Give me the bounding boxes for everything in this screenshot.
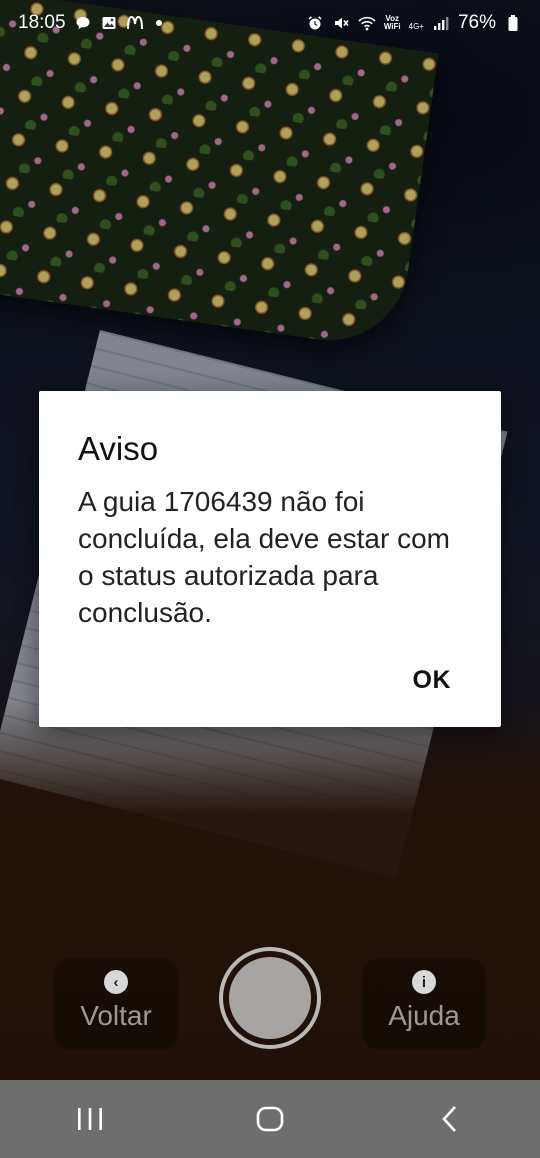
mcdonalds-icon xyxy=(126,14,144,32)
network-type: 4G+ xyxy=(408,22,424,31)
back-button[interactable]: ‹ Voltar xyxy=(54,958,178,1050)
status-time: 18:05 xyxy=(18,12,66,33)
dialog-title: Aviso xyxy=(78,430,159,467)
help-button-label: Ajuda xyxy=(388,1000,460,1031)
gallery-icon xyxy=(100,14,118,32)
battery-percent: 76% xyxy=(457,12,496,33)
chat-icon xyxy=(74,14,92,32)
battery-icon xyxy=(504,14,522,32)
mute-icon xyxy=(332,14,350,32)
notification-dot xyxy=(155,20,162,26)
recents-button[interactable] xyxy=(50,1089,130,1149)
nav-back-button[interactable] xyxy=(410,1089,490,1149)
alert-dialog: Aviso A guia 1706439 não foi concluída, … xyxy=(39,391,501,727)
status-bar-right: Voz WiFi 4G+ 76% xyxy=(306,12,522,34)
ok-button[interactable]: OK xyxy=(413,660,452,701)
chevron-left-icon: ‹ xyxy=(104,970,128,994)
back-icon xyxy=(442,1106,456,1132)
shutter-button[interactable] xyxy=(219,947,321,1049)
navigation-bar xyxy=(0,1080,540,1158)
alarm-icon xyxy=(306,14,324,32)
home-icon xyxy=(256,1106,284,1132)
voz-wifi-indicator: Voz WiFi xyxy=(384,15,401,31)
recents-icon xyxy=(78,1108,102,1130)
info-icon: i xyxy=(412,970,436,994)
signal-icon xyxy=(432,14,450,32)
home-button[interactable] xyxy=(230,1089,310,1149)
shutter-button-inner xyxy=(229,957,311,1039)
status-bar-left: 18:05 xyxy=(18,12,162,34)
voz-wifi-line2: WiFi xyxy=(383,22,401,31)
help-button[interactable]: i Ajuda xyxy=(362,958,486,1050)
status-bar: 18:05 Voz WiFi 4G+ 76% xyxy=(0,0,540,46)
back-button-label: Voltar xyxy=(80,1000,152,1031)
dialog-message: A guia 1706439 não foi concluída, ela de… xyxy=(78,486,450,628)
wifi-icon xyxy=(358,14,376,32)
